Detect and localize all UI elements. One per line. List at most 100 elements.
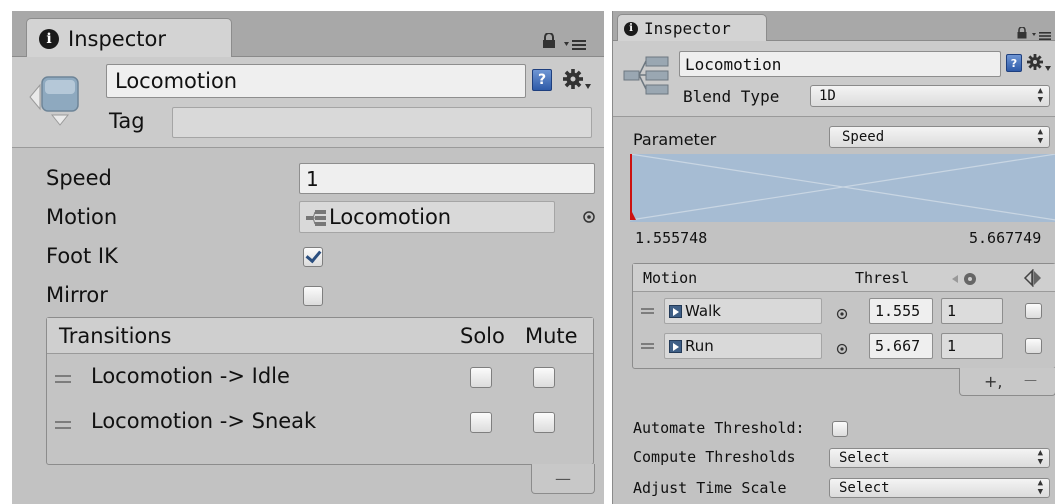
remove-motion-button[interactable]: —: [1024, 373, 1037, 388]
adjust-time-scale-label: Adjust Time Scale: [633, 479, 787, 497]
time-scale-value: 1: [947, 337, 957, 355]
transition-label: Locomotion -> Idle: [91, 364, 290, 388]
mirror-column-icon: [1023, 269, 1043, 287]
right-inspector-tab[interactable]: i Inspector: [617, 14, 767, 42]
motion-table-footer: +, —: [959, 368, 1055, 396]
motion-value: Locomotion: [329, 205, 452, 229]
parameter-label: Parameter: [633, 130, 717, 149]
motion-column-label: Motion: [643, 269, 698, 287]
left-inspector-tab[interactable]: i Inspector: [26, 18, 232, 58]
dropdown-arrow-icon: ▲ ▼: [1037, 86, 1043, 105]
compute-thresholds-label: Compute Thresholds: [633, 448, 796, 466]
drag-handle-icon[interactable]: [641, 343, 654, 349]
right-inspector-tab-title: Inspector: [644, 19, 731, 38]
motion-table-header: Motion Thresl: [633, 264, 1055, 292]
dropdown-arrow-icon: ▲ ▼: [1037, 448, 1043, 467]
blend-tree-name-field[interactable]: Locomotion: [679, 51, 1001, 77]
speed-value: 1: [306, 166, 319, 191]
range-max-label: 5.667749: [969, 229, 1042, 247]
drag-handle-icon[interactable]: [641, 308, 654, 314]
object-name-field[interactable]: Locomotion: [106, 64, 526, 98]
animation-clip-icon: [669, 339, 682, 353]
remove-transition-button[interactable]: —: [531, 464, 595, 494]
motion-clip-name: Run: [685, 337, 714, 355]
info-icon: i: [624, 21, 638, 36]
mute-column-label: Mute: [525, 324, 578, 348]
drag-handle-icon[interactable]: [55, 375, 71, 383]
motion-row[interactable]: Run 5.667 1: [633, 328, 1055, 363]
threshold-field[interactable]: 1.555: [869, 298, 933, 324]
dropdown-arrow-icon: ▲ ▼: [1037, 478, 1043, 497]
time-scale-field[interactable]: 1: [941, 333, 1003, 359]
parameter-dropdown[interactable]: Speed ▲ ▼: [829, 126, 1050, 148]
transitions-header-label: Transitions: [59, 324, 172, 348]
remove-transition-glyph: —: [555, 469, 571, 488]
transition-mute-checkbox[interactable]: [533, 412, 555, 433]
solo-column-label: Solo: [460, 324, 505, 348]
right-object-header: Locomotion ? Blend Type 1D ▲ ▼: [613, 41, 1055, 117]
blend-tree-icon: [623, 55, 669, 95]
motion-clip-field[interactable]: Walk: [664, 298, 822, 324]
state-node-icon: [28, 67, 84, 129]
speed-label: Speed: [46, 166, 112, 190]
motion-field[interactable]: Locomotion: [299, 201, 555, 233]
gear-icon[interactable]: [1026, 53, 1054, 73]
object-picker-icon[interactable]: [582, 209, 596, 223]
threshold-value: 5.667: [875, 337, 921, 355]
left-tab-strip: i Inspector: [12, 11, 604, 58]
help-button[interactable]: ?: [1006, 54, 1022, 72]
transition-label: Locomotion -> Sneak: [91, 409, 317, 433]
help-button[interactable]: ?: [532, 69, 552, 91]
animation-clip-icon: [669, 304, 682, 318]
blend-type-value: 1D: [819, 88, 836, 104]
gear-icon[interactable]: [562, 68, 592, 92]
adjust-time-scale-dropdown[interactable]: Select ▲ ▼: [829, 478, 1050, 498]
threshold-column-label: Thresl: [855, 269, 910, 287]
transition-row[interactable]: Locomotion -> Sneak: [47, 400, 593, 445]
foot-ik-checkbox[interactable]: [303, 247, 323, 267]
time-scale-field[interactable]: 1: [941, 298, 1003, 324]
blend-graph[interactable]: [626, 153, 1055, 222]
right-inspector-panel: i Inspector Locomotion ? Blend Type 1D ▲…: [612, 11, 1055, 504]
lock-icon[interactable]: [542, 32, 556, 49]
motion-clip-name: Walk: [685, 302, 721, 320]
tag-field[interactable]: [172, 107, 592, 138]
left-inspector-panel: i Inspector Locomotion ? Tag Speed 1 Mot…: [12, 11, 604, 504]
add-motion-button[interactable]: +,: [984, 372, 1003, 391]
left-inspector-tab-title: Inspector: [68, 26, 166, 51]
blend-type-dropdown[interactable]: 1D ▲ ▼: [810, 85, 1050, 107]
object-picker-icon[interactable]: [836, 305, 848, 320]
foot-ik-label: Foot IK: [46, 244, 118, 268]
mirror-checkbox[interactable]: [303, 286, 323, 306]
right-tab-strip: i Inspector: [613, 11, 1055, 42]
automate-threshold-checkbox[interactable]: [832, 421, 848, 437]
blend-tree-small-icon: [306, 208, 326, 226]
mirror-clip-checkbox[interactable]: [1025, 303, 1042, 319]
range-min-label: 1.555748: [635, 229, 708, 247]
motion-row[interactable]: Walk 1.555 1: [633, 293, 1055, 328]
mirror-clip-checkbox[interactable]: [1025, 338, 1042, 354]
compute-thresholds-dropdown[interactable]: Select ▲ ▼: [829, 448, 1050, 468]
motion-clip-field[interactable]: Run: [664, 333, 822, 359]
motion-label: Motion: [46, 205, 118, 229]
dropdown-arrow-icon: ▲ ▼: [1037, 127, 1043, 146]
transition-solo-checkbox[interactable]: [470, 412, 492, 433]
drag-handle-icon[interactable]: [55, 421, 71, 429]
left-object-header: Locomotion ? Tag: [12, 57, 604, 148]
compute-thresholds-value: Select: [839, 450, 890, 466]
object-picker-icon[interactable]: [836, 340, 848, 355]
mirror-label: Mirror: [46, 283, 108, 307]
panel-menu-icon[interactable]: [564, 36, 590, 50]
threshold-field[interactable]: 5.667: [869, 333, 933, 359]
panel-menu-icon[interactable]: [1032, 26, 1054, 40]
transitions-list: Transitions Solo Mute Locomotion -> Idle…: [46, 317, 594, 465]
transition-mute-checkbox[interactable]: [533, 367, 555, 388]
lock-icon[interactable]: [1017, 24, 1027, 39]
transition-solo-checkbox[interactable]: [470, 367, 492, 388]
help-glyph: ?: [1010, 56, 1018, 70]
blend-type-label: Blend Type: [683, 87, 780, 106]
speed-field[interactable]: 1: [299, 163, 595, 194]
parameter-value: Speed: [842, 129, 885, 145]
transition-row[interactable]: Locomotion -> Idle: [47, 355, 593, 400]
transitions-header: Transitions Solo Mute: [47, 318, 593, 354]
